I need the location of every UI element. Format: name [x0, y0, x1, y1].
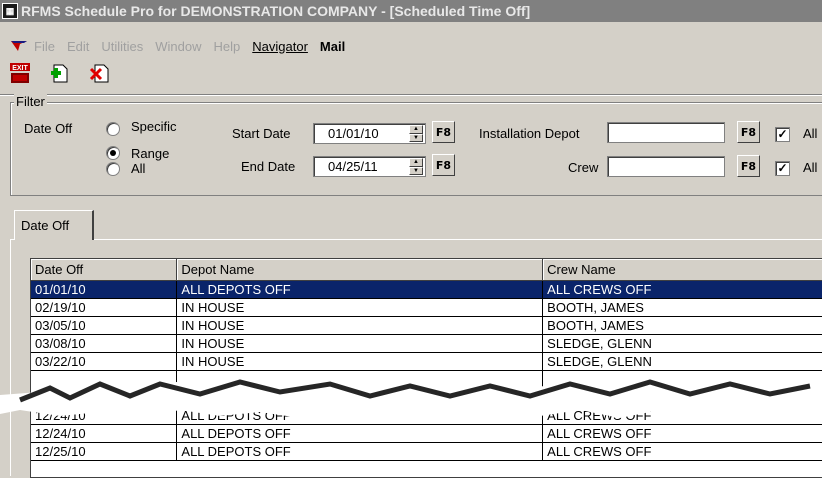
cell-crew-name — [542, 370, 822, 407]
cell-crew-name: ALL CREWS OFF — [542, 280, 822, 299]
cell-crew-name: BOOTH, JAMES — [542, 316, 822, 335]
time-off-table: Date Off Depot Name Crew Name 01/01/10 AL… — [31, 259, 822, 461]
installation-depot-f8-button[interactable]: F8 — [737, 121, 760, 143]
table-row[interactable]: 02/19/10 IN HOUSE BOOTH, JAMES — [31, 298, 822, 317]
cell-depot-name: IN HOUSE — [176, 352, 544, 371]
toolbar-divider — [0, 94, 822, 96]
menu-mail[interactable]: Mail — [320, 39, 345, 54]
menu-navigator[interactable]: Navigator — [252, 39, 308, 54]
cell-date-off: 12/25/10 — [31, 442, 178, 461]
cell-date-off: 03/22/10 — [31, 352, 178, 371]
toolbar: EXIT — [8, 58, 112, 88]
installation-depot-all-checkbox[interactable]: ✓ — [775, 127, 790, 142]
filter-group-label: Filter — [14, 94, 47, 109]
add-record-button[interactable] — [48, 61, 72, 85]
cell-depot-name: IN HOUSE — [176, 298, 544, 317]
cell-crew-name: SLEDGE, GLENN — [542, 352, 822, 371]
title-bar: ▦ RFMS Schedule Pro for DEMONSTRATION CO… — [0, 0, 822, 22]
cell-date-off: 12/24/10 — [31, 406, 178, 425]
crew-label: Crew — [568, 160, 599, 175]
cell-date-off: 02/19/10 — [31, 298, 178, 317]
menu-file[interactable]: File — [34, 39, 55, 54]
end-date-value: 04/25/11 — [328, 159, 378, 174]
cell-crew-name: ALL CREWS OFF — [542, 406, 822, 425]
table-row[interactable]: 12/24/10 ALL DEPOTS OFF ALL CREWS OFF — [31, 424, 822, 443]
cell-crew-name: BOOTH, JAMES — [542, 298, 822, 317]
radio-specific[interactable] — [106, 122, 120, 136]
table-row[interactable] — [31, 370, 822, 407]
radio-specific-label: Specific — [131, 119, 177, 134]
table-row[interactable]: 03/05/10 IN HOUSE BOOTH, JAMES — [31, 316, 822, 335]
grid-header-row: Date Off Depot Name Crew Name — [31, 259, 822, 281]
cell-crew-name: ALL CREWS OFF — [542, 424, 822, 443]
column-header-crew-name[interactable]: Crew Name — [542, 259, 822, 281]
add-document-icon — [51, 64, 68, 83]
table-row[interactable]: 03/08/10 IN HOUSE SLEDGE, GLENN — [31, 334, 822, 353]
cell-date-off: 12/24/10 — [31, 424, 178, 443]
cell-depot-name: ALL DEPOTS OFF — [176, 424, 544, 443]
cell-depot-name: IN HOUSE — [176, 316, 544, 335]
radio-range[interactable] — [106, 146, 120, 160]
radio-all-label: All — [131, 161, 146, 176]
table-row[interactable]: 03/22/10 IN HOUSE SLEDGE, GLENN — [31, 352, 822, 371]
start-date-label: Start Date — [232, 126, 291, 141]
cell-date-off — [31, 370, 178, 407]
tab-date-off[interactable]: Date Off — [14, 210, 94, 240]
installation-depot-input[interactable] — [607, 122, 725, 143]
date-off-label: Date Off — [24, 121, 73, 136]
start-date-value: 01/01/10 — [328, 126, 379, 141]
cell-depot-name: ALL DEPOTS OFF — [176, 280, 544, 299]
column-header-depot-name[interactable]: Depot Name — [176, 259, 544, 281]
app-icon: ▦ — [2, 3, 18, 19]
delete-record-button[interactable] — [88, 61, 112, 85]
table-row[interactable]: 01/01/10 ALL DEPOTS OFF ALL CREWS OFF — [31, 280, 822, 299]
cell-date-off: 03/08/10 — [31, 334, 178, 353]
start-date-input[interactable]: 01/01/10 ▲ ▼ — [313, 123, 426, 144]
delete-document-icon — [89, 64, 109, 83]
crew-all-checkbox[interactable]: ✓ — [775, 161, 790, 176]
end-date-f8-button[interactable]: F8 — [432, 154, 455, 176]
table-row[interactable]: 12/25/10 ALL DEPOTS OFF ALL CREWS OFF — [31, 442, 822, 461]
tab-strip-line — [10, 239, 822, 240]
exit-button[interactable]: EXIT — [8, 61, 32, 85]
time-off-grid[interactable]: Date Off Depot Name Crew Name 01/01/10 AL… — [30, 258, 822, 478]
end-date-input[interactable]: 04/25/11 ▲ ▼ — [313, 156, 426, 177]
cell-depot-name: ALL DEPOTS OFF — [176, 406, 544, 425]
svg-text:EXIT: EXIT — [12, 65, 28, 72]
menu-edit[interactable]: Edit — [67, 39, 89, 54]
exit-icon: EXIT — [10, 63, 30, 83]
start-date-f8-button[interactable]: F8 — [432, 121, 455, 143]
column-header-date-off[interactable]: Date Off — [31, 259, 178, 281]
menu-bar: File Edit Utilities Window Help Navigato… — [0, 36, 357, 56]
crew-input[interactable] — [607, 156, 725, 177]
radio-range-label: Range — [131, 146, 170, 161]
cell-depot-name: ALL DEPOTS OFF — [176, 442, 544, 461]
cell-crew-name: SLEDGE, GLENN — [542, 334, 822, 353]
table-row[interactable]: 12/24/10 ALL DEPOTS OFF ALL CREWS OFF — [31, 406, 822, 425]
crew-f8-button[interactable]: F8 — [737, 155, 760, 177]
menu-utilities[interactable]: Utilities — [101, 39, 143, 54]
radio-all[interactable] — [106, 162, 120, 176]
app-logo-icon — [10, 39, 28, 53]
installation-depot-all-label: All — [803, 126, 818, 141]
menu-window[interactable]: Window — [155, 39, 201, 54]
cell-depot-name — [176, 370, 544, 407]
menu-help[interactable]: Help — [214, 39, 241, 54]
cell-date-off: 01/01/10 — [31, 280, 178, 299]
end-date-spinner[interactable]: ▲ ▼ — [409, 158, 423, 175]
end-date-label: End Date — [241, 159, 296, 174]
cell-date-off: 03/05/10 — [31, 316, 178, 335]
window-title: RFMS Schedule Pro for DEMONSTRATION COMP… — [21, 3, 531, 19]
cell-depot-name: IN HOUSE — [176, 334, 544, 353]
start-date-spinner[interactable]: ▲ ▼ — [409, 125, 423, 142]
installation-depot-label: Installation Depot — [479, 126, 580, 141]
cell-crew-name: ALL CREWS OFF — [542, 442, 822, 461]
crew-all-label: All — [803, 160, 818, 175]
